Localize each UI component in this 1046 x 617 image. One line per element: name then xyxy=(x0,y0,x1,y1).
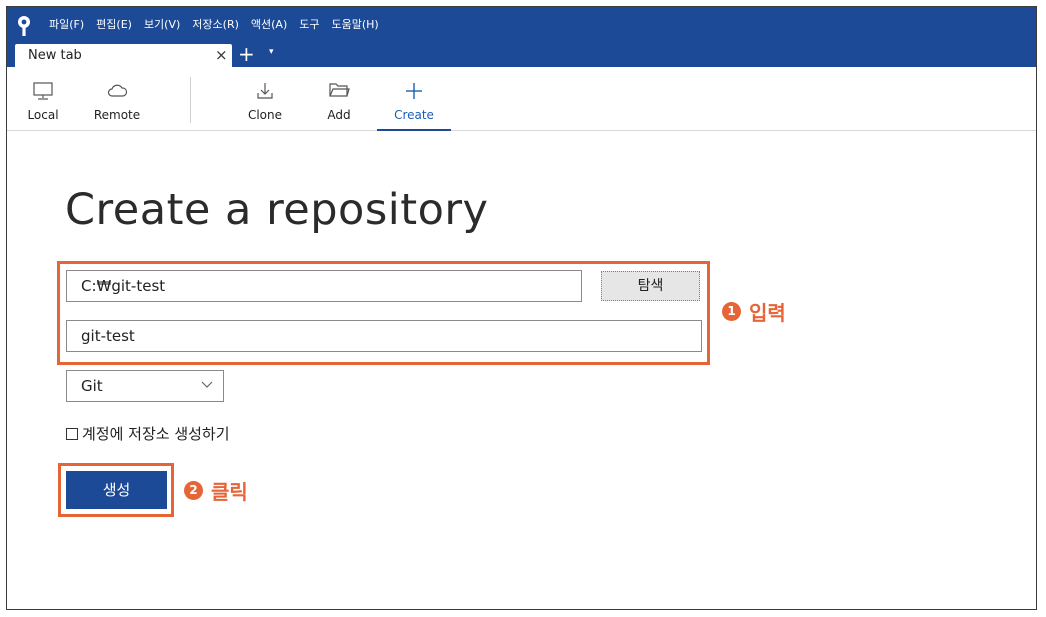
destination-path-input[interactable]: C:₩git-test xyxy=(66,270,582,302)
chevron-down-icon[interactable]: ▾ xyxy=(269,47,274,57)
create-on-account-label: 계정에 저장소 생성하기 xyxy=(82,425,230,443)
annotation-text: 클릭 xyxy=(211,480,248,504)
app-window: 파일(F) 편집(E) 보기(V) 저장소(R) 액션(A) 도구 도움말(H)… xyxy=(6,6,1037,610)
toolbar-divider xyxy=(190,77,191,123)
add-tab-icon[interactable]: + xyxy=(238,43,255,65)
tab-new-tab[interactable]: New tab × xyxy=(15,44,232,67)
menu-view[interactable]: 보기(V) xyxy=(144,17,180,33)
annotation-text: 입력 xyxy=(749,301,786,325)
create-on-account-checkbox[interactable] xyxy=(66,427,78,440)
annotation-click: 2 클릭 xyxy=(184,476,248,505)
local-button[interactable]: Local xyxy=(21,67,65,131)
annotation-number: 2 xyxy=(184,481,203,500)
page-title: Create a repository xyxy=(65,185,489,235)
sourcetree-logo-icon xyxy=(18,16,30,36)
remote-button[interactable]: Remote xyxy=(89,67,145,131)
clone-label: Clone xyxy=(247,108,283,122)
toolbar: Local Remote Clone Add Create xyxy=(7,67,1036,131)
create-on-account-option[interactable]: 계정에 저장소 생성하기 xyxy=(66,423,230,444)
chevron-down-icon xyxy=(201,381,213,388)
menu-edit[interactable]: 편집(E) xyxy=(96,17,132,33)
download-icon xyxy=(257,83,273,99)
add-label: Add xyxy=(327,108,351,122)
menu-repository[interactable]: 저장소(R) xyxy=(192,17,239,33)
menu-tools[interactable]: 도구 xyxy=(299,17,319,33)
menu-actions[interactable]: 액션(A) xyxy=(251,17,287,33)
vcs-selected-value: Git xyxy=(81,377,103,395)
local-label: Local xyxy=(27,108,59,122)
close-icon[interactable]: × xyxy=(215,46,228,64)
menu-help[interactable]: 도움말(H) xyxy=(332,17,379,33)
clone-button[interactable]: Clone xyxy=(243,67,287,131)
remote-label: Remote xyxy=(93,108,141,122)
annotation-input: 1 입력 xyxy=(722,297,786,326)
add-button[interactable]: Add xyxy=(319,67,359,131)
menu-bar: 파일(F) 편집(E) 보기(V) 저장소(R) 액션(A) 도구 도움말(H) xyxy=(49,17,391,33)
browse-button[interactable]: 탐색 xyxy=(601,271,700,301)
tab-label: New tab xyxy=(28,48,82,63)
menu-file[interactable]: 파일(F) xyxy=(49,17,84,33)
create-repository-button[interactable]: 생성 xyxy=(66,471,167,509)
folder-icon xyxy=(329,83,350,97)
title-bar: 파일(F) 편집(E) 보기(V) 저장소(R) 액션(A) 도구 도움말(H)… xyxy=(7,7,1036,67)
create-label: Create xyxy=(394,108,434,122)
monitor-icon xyxy=(33,82,53,100)
plus-icon xyxy=(406,83,422,99)
cloud-icon xyxy=(107,84,128,97)
repository-name-input[interactable]: git-test xyxy=(66,320,702,352)
vcs-type-select[interactable]: Git xyxy=(66,370,224,402)
create-button[interactable]: Create xyxy=(377,67,451,131)
annotation-number: 1 xyxy=(722,302,741,321)
